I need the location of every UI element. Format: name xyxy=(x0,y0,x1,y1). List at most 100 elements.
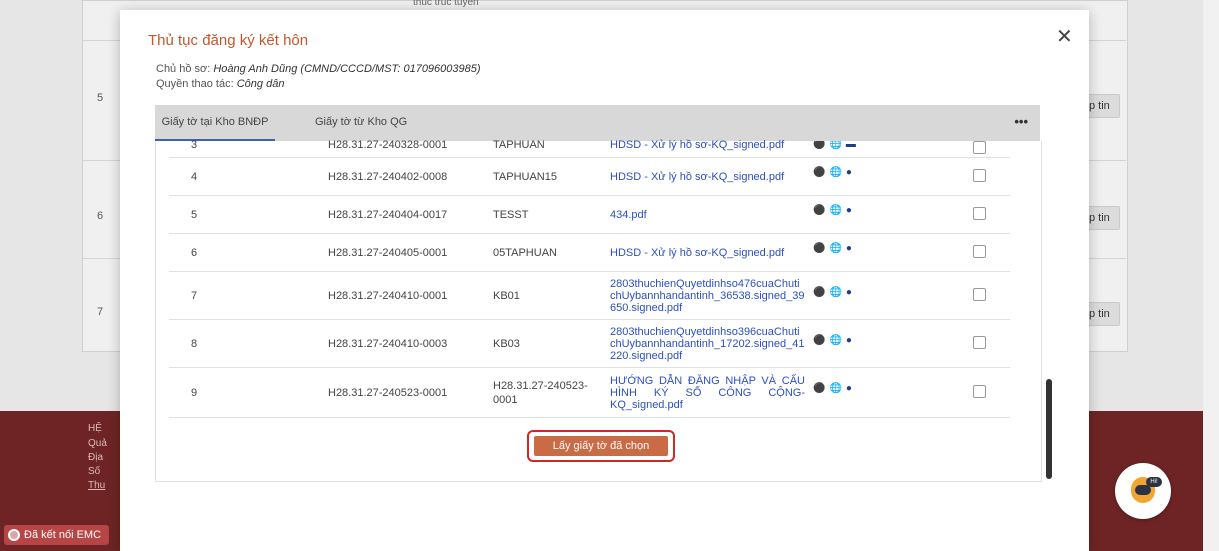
row-name: TAPHUAN15 xyxy=(493,157,610,196)
row-index: 4 xyxy=(169,157,328,196)
table-row: 6 H28.31.27-240405-0001 05TAPHUAN HDSD -… xyxy=(169,233,1010,272)
verified-shield-icon: ⚫ xyxy=(813,287,826,298)
user-icon: ● xyxy=(845,205,852,216)
row-checkbox-cell xyxy=(973,319,1010,368)
verified-shield-icon: ⚫ xyxy=(813,167,826,178)
emc-status-button[interactable]: Đã kết nối EMC xyxy=(4,525,110,545)
row-index: 6 xyxy=(169,233,328,272)
modal-title: Thủ tục đăng ký kết hôn xyxy=(148,32,309,49)
table-row: 7 H28.31.27-240410-0001 KB01 2803thuchie… xyxy=(169,271,1010,320)
globe-icon: 🌐 xyxy=(829,167,842,178)
row-code: H28.31.27-240410-0003 xyxy=(328,319,493,368)
row-file-link[interactable]: HDSD - Xử lý hồ sơ-KQ_signed.pdf xyxy=(610,157,813,196)
get-selected-documents-button[interactable]: Lấy giấy tờ đã chọn xyxy=(534,436,668,456)
document-modal: Thủ tục đăng ký kết hôn ✕ Chủ hồ sơ: Hoà… xyxy=(120,10,1089,551)
footer-link[interactable]: Thu xyxy=(88,480,105,491)
row-file-link[interactable]: HDSD - Xử lý hồ sơ-KQ_signed.pdf xyxy=(610,140,813,158)
row-file-link[interactable]: HƯỚNG DẪN ĐĂNG NHẬP VÀ CẤU HÌNH KÝ SỐ CÔ… xyxy=(610,367,813,418)
emc-status-label: Đã kết nối EMC xyxy=(24,529,102,541)
background-row-number: 6 xyxy=(97,210,104,222)
row-checkbox-cell xyxy=(973,367,1010,418)
row-icons: ⚫ 🌐 ● xyxy=(813,319,973,368)
row-name: H28.31.27-240523-0001 xyxy=(493,367,610,418)
row-name: KB03 xyxy=(493,319,610,368)
globe-icon: 🌐 xyxy=(829,383,842,394)
more-options-icon[interactable]: ••• xyxy=(1014,105,1028,139)
table-row: 4 H28.31.27-240402-0008 TAPHUAN15 HDSD -… xyxy=(169,157,1010,196)
page-scrollbar[interactable] xyxy=(1203,0,1219,551)
row-code: H28.31.27-240410-0001 xyxy=(328,271,493,320)
row-checkbox-cell xyxy=(973,271,1010,320)
documents-table: 3 H28.31.27-240328-0001 TAPHUAN HDSD - X… xyxy=(169,140,1010,418)
user-icon: ▬ xyxy=(845,141,856,150)
tab-bar: Giấy tờ tại Kho BNĐP Giấy tờ từ Kho QG •… xyxy=(155,105,1040,141)
table-row: 5 H28.31.27-240404-0017 TESST 434.pdf ⚫ 🌐… xyxy=(169,195,1010,234)
verified-shield-icon: ⚫ xyxy=(813,243,826,254)
row-index: 3 xyxy=(169,140,328,158)
row-code: H28.31.27-240404-0017 xyxy=(328,195,493,234)
row-file-link[interactable]: 2803thuchienQuyetdinhso476cuaChutichUyba… xyxy=(610,271,813,320)
owner-value: Hoàng Anh Dũng (CMND/CCCD/MST: 017096003… xyxy=(213,63,481,75)
row-checkbox[interactable] xyxy=(973,141,986,154)
table-row: 3 H28.31.27-240328-0001 TAPHUAN HDSD - X… xyxy=(169,140,1010,158)
row-code: H28.31.27-240523-0001 xyxy=(328,367,493,418)
row-checkbox[interactable] xyxy=(973,168,986,182)
row-checkbox[interactable] xyxy=(973,384,986,398)
verified-shield-icon: ⚫ xyxy=(813,205,826,216)
background-row-number: 5 xyxy=(97,92,104,104)
table-row: 9 H28.31.27-240523-0001 H28.31.27-240523… xyxy=(169,367,1010,418)
row-index: 5 xyxy=(169,195,328,234)
verified-shield-icon: ⚫ xyxy=(813,335,826,346)
row-index: 7 xyxy=(169,271,328,320)
footer-line: Số xyxy=(88,466,101,477)
footer-line: Địa xyxy=(88,452,104,463)
user-icon: ● xyxy=(845,167,852,178)
row-index: 9 xyxy=(169,367,328,418)
get-selected-documents-highlight: Lấy giấy tờ đã chọn xyxy=(527,430,675,462)
row-name: TAPHUAN xyxy=(493,140,610,158)
footer-line: HỆ xyxy=(88,423,102,434)
tab-local-repository[interactable]: Giấy tờ tại Kho BNĐP xyxy=(155,105,275,141)
row-checkbox[interactable] xyxy=(973,244,986,258)
connection-icon xyxy=(8,529,20,541)
chatbot-badge: Hi! xyxy=(1146,477,1162,487)
row-name: 05TAPHUAN xyxy=(493,233,610,272)
owner-label: Chủ hồ sơ: xyxy=(156,63,211,75)
verified-shield-icon: ⚫ xyxy=(813,141,826,150)
row-file-link[interactable]: HDSD - Xử lý hồ sơ-KQ_signed.pdf xyxy=(610,233,813,272)
verified-shield-icon: ⚫ xyxy=(813,383,826,394)
row-checkbox[interactable] xyxy=(973,206,986,220)
row-checkbox[interactable] xyxy=(973,287,986,301)
tab-national-repository[interactable]: Giấy tờ từ Kho QG xyxy=(315,105,407,139)
background-fragment: thuc truc tuyen xyxy=(413,0,479,8)
row-icons: ⚫ 🌐 ● xyxy=(813,157,973,196)
background-row-number: 7 xyxy=(97,306,104,318)
panel-scrollbar-thumb[interactable] xyxy=(1046,379,1052,479)
globe-icon: 🌐 xyxy=(829,141,842,150)
owner-info: Chủ hồ sơ: Hoàng Anh Dũng (CMND/CCCD/MST… xyxy=(156,63,481,75)
row-checkbox-cell xyxy=(973,157,1010,196)
row-index: 8 xyxy=(169,319,328,368)
chatbot-button[interactable]: Hi! xyxy=(1115,463,1171,519)
row-code: H28.31.27-240402-0008 xyxy=(328,157,493,196)
user-icon: ● xyxy=(845,287,852,298)
row-checkbox-cell xyxy=(973,195,1010,234)
row-icons: ⚫ 🌐 ▬ xyxy=(813,141,973,158)
globe-icon: 🌐 xyxy=(829,335,842,346)
row-checkbox-cell xyxy=(973,233,1010,272)
row-checkbox[interactable] xyxy=(973,335,986,349)
globe-icon: 🌐 xyxy=(829,205,842,216)
footer-line: Quả xyxy=(88,438,107,449)
permission-info: Quyền thao tác: Công dân xyxy=(156,78,284,90)
close-icon[interactable]: ✕ xyxy=(1056,24,1073,49)
row-file-link[interactable]: 2803thuchienQuyetdinhso396cuaChutichUyba… xyxy=(610,319,813,368)
row-icons: ⚫ 🌐 ● xyxy=(813,367,973,418)
row-file-link[interactable]: 434.pdf xyxy=(610,195,813,234)
globe-icon: 🌐 xyxy=(829,243,842,254)
permission-value: Công dân xyxy=(236,78,285,90)
row-icons: ⚫ 🌐 ● xyxy=(813,233,973,272)
globe-icon: 🌐 xyxy=(829,287,842,298)
row-name: KB01 xyxy=(493,271,610,320)
table-row: 8 H28.31.27-240410-0003 KB03 2803thuchie… xyxy=(169,319,1010,368)
row-checkbox-cell xyxy=(973,141,1010,158)
